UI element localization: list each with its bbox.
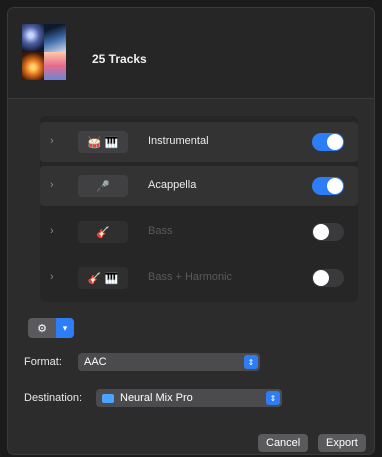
stem-label: Bass + Harmonic: [148, 271, 233, 283]
stem-row-bass-harmonic[interactable]: › 🎸 🎹 Bass + Harmonic: [40, 258, 358, 298]
chevron-right-icon[interactable]: ›: [50, 135, 54, 147]
stem-toggle-acappella[interactable]: [312, 177, 344, 195]
stem-toggle-bass[interactable]: [312, 223, 344, 241]
gear-icon: ⚙: [28, 318, 56, 338]
export-button[interactable]: Export: [318, 434, 366, 452]
stem-row-bass[interactable]: › 🎸 Bass: [40, 212, 358, 252]
stem-toggle-bass-harmonic[interactable]: [312, 269, 344, 287]
stem-list: › 🥁 🎹 Instrumental › 🎤 Acappella › 🎸 Bas…: [40, 116, 358, 302]
folder-icon: [102, 393, 114, 403]
chevron-right-icon[interactable]: ›: [50, 179, 54, 191]
album-art-4: [44, 52, 66, 80]
drums-keys-icon: 🥁 🎹: [87, 136, 119, 149]
guitar-icon: 🎸: [96, 226, 110, 239]
album-art-2: [44, 24, 66, 52]
toggle-knob: [327, 134, 343, 150]
stem-row-acappella[interactable]: › 🎤 Acappella: [40, 166, 358, 206]
format-value: AAC: [84, 356, 107, 368]
stem-icon-box: 🎸 🎹: [78, 267, 128, 289]
track-count-title: 25 Tracks: [92, 52, 147, 66]
updown-chevron-icon: ⇕: [244, 355, 258, 369]
dialog-header: 25 Tracks: [8, 8, 374, 99]
stem-icon-box: 🎸: [78, 221, 128, 243]
stem-label: Bass: [148, 225, 173, 237]
toggle-knob: [313, 224, 329, 240]
stem-icon-box: 🥁 🎹: [78, 131, 128, 153]
stem-icon-box: 🎤: [78, 175, 128, 197]
export-dialog: 25 Tracks › 🥁 🎹 Instrumental › 🎤 Acappel…: [8, 8, 374, 454]
chevron-right-icon[interactable]: ›: [50, 225, 54, 237]
toggle-knob: [313, 270, 329, 286]
updown-chevron-icon: ⇕: [266, 391, 280, 405]
album-art-1: [22, 24, 44, 52]
chevron-right-icon[interactable]: ›: [50, 271, 54, 283]
cancel-button[interactable]: Cancel: [258, 434, 309, 452]
album-art-3: [22, 52, 44, 80]
destination-value: Neural Mix Pro: [120, 392, 193, 404]
stem-label: Acappella: [148, 179, 197, 191]
album-artwork-grid: [22, 24, 66, 80]
stem-toggle-instrumental[interactable]: [312, 133, 344, 151]
format-label: Format:: [24, 356, 62, 368]
toggle-knob: [327, 178, 343, 194]
destination-select[interactable]: Neural Mix Pro ⇕: [96, 389, 282, 407]
format-select[interactable]: AAC ⇕: [78, 353, 260, 371]
destination-label: Destination:: [24, 392, 83, 404]
stem-row-instrumental[interactable]: › 🥁 🎹 Instrumental: [40, 122, 358, 162]
chevron-down-icon: ▾: [56, 318, 74, 338]
guitar-keys-icon: 🎸 🎹: [87, 272, 119, 285]
options-menu-button[interactable]: ⚙ ▾: [28, 318, 74, 338]
stem-label: Instrumental: [148, 135, 209, 147]
microphone-icon: 🎤: [96, 180, 110, 193]
